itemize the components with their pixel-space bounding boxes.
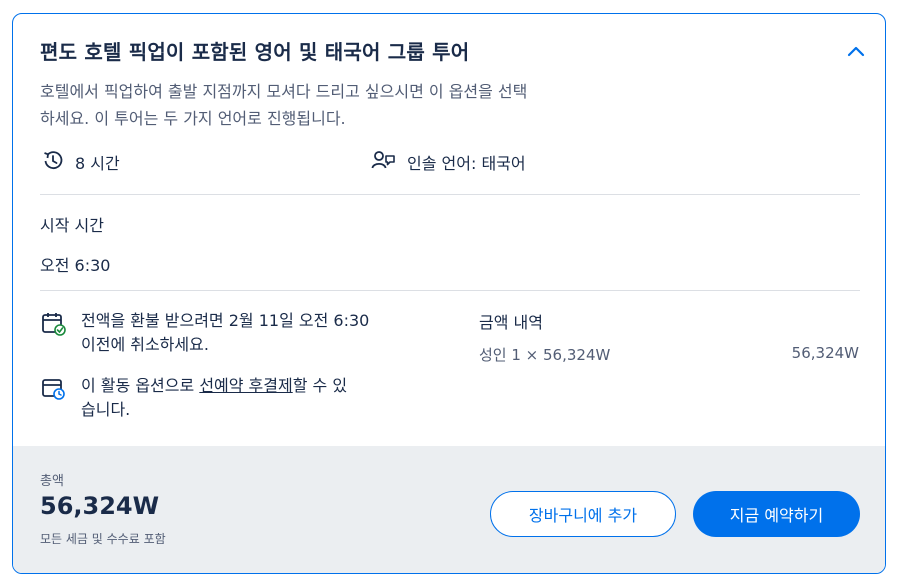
book-now-button[interactable]: 지금 예약하기 [693,491,860,537]
guide-language-text: 인솔 언어: 태국어 [407,154,526,173]
price-line-amount: 56,324W [791,344,859,362]
clock-history-icon [41,148,75,176]
start-time-value: 오전 6:30 [40,256,111,275]
total-note: 모든 세금 및 수수료 포함 [40,532,166,546]
add-to-cart-button[interactable]: 장바구니에 추가 [490,491,676,537]
divider [40,194,860,195]
duration-text: 8 시간 [75,154,120,173]
guide-language-info: 인솔 언어: 태국어 [371,148,526,176]
option-title: 편도 호텔 픽업이 포함된 영어 및 태국어 그룹 투어 [40,40,470,64]
booking-footer: 총액 56,324W 모든 세금 및 수수료 포함 장바구니에 추가 지금 예약… [13,446,885,573]
price-line-label: 성인 1 × 56,324W [479,346,611,364]
divider [40,290,860,291]
option-description: 호텔에서 픽업하여 출발 지점까지 모셔다 드리고 싶으시면 이 옵션을 선택 … [40,78,640,132]
payment-text-prefix: 이 활동 옵션으로 [81,376,200,395]
total-label: 총액 [40,474,64,489]
start-time-label: 시작 시간 [40,216,104,235]
calendar-clock-icon [41,374,69,422]
chevron-up-icon[interactable] [845,40,867,62]
reserve-now-pay-later-link[interactable]: 선예약 후결제 [199,376,292,395]
payment-text-line-2: 습니다. [81,400,131,419]
cancellation-text-line-1: 전액을 환불 받으려면 2월 11일 오전 6:30 [81,311,370,330]
duration-info: 8 시간 [41,148,120,176]
reserve-now-pay-later-info: 이 활동 옵션으로 선예약 후결제할 수 있 습니다. [41,374,431,422]
cancellation-info: 전액을 환불 받으려면 2월 11일 오전 6:30 이전에 취소하세요. [41,309,431,357]
total-price: 56,324W [40,492,160,520]
tour-option-card: 편도 호텔 픽업이 포함된 영어 및 태국어 그룹 투어 호텔에서 픽업하여 출… [12,13,886,574]
description-line-1: 호텔에서 픽업하여 출발 지점까지 모셔다 드리고 싶으시면 이 옵션을 선택 [40,82,528,101]
description-line-2: 하세요. 이 투어는 두 가지 언어로 진행됩니다. [40,109,346,128]
payment-text-suffix: 할 수 있 [292,376,348,395]
cancellation-text-line-2: 이전에 취소하세요. [81,335,209,354]
calendar-check-icon [41,309,69,357]
price-breakdown-title: 금액 내역 [479,313,543,332]
guide-language-icon [371,148,407,176]
